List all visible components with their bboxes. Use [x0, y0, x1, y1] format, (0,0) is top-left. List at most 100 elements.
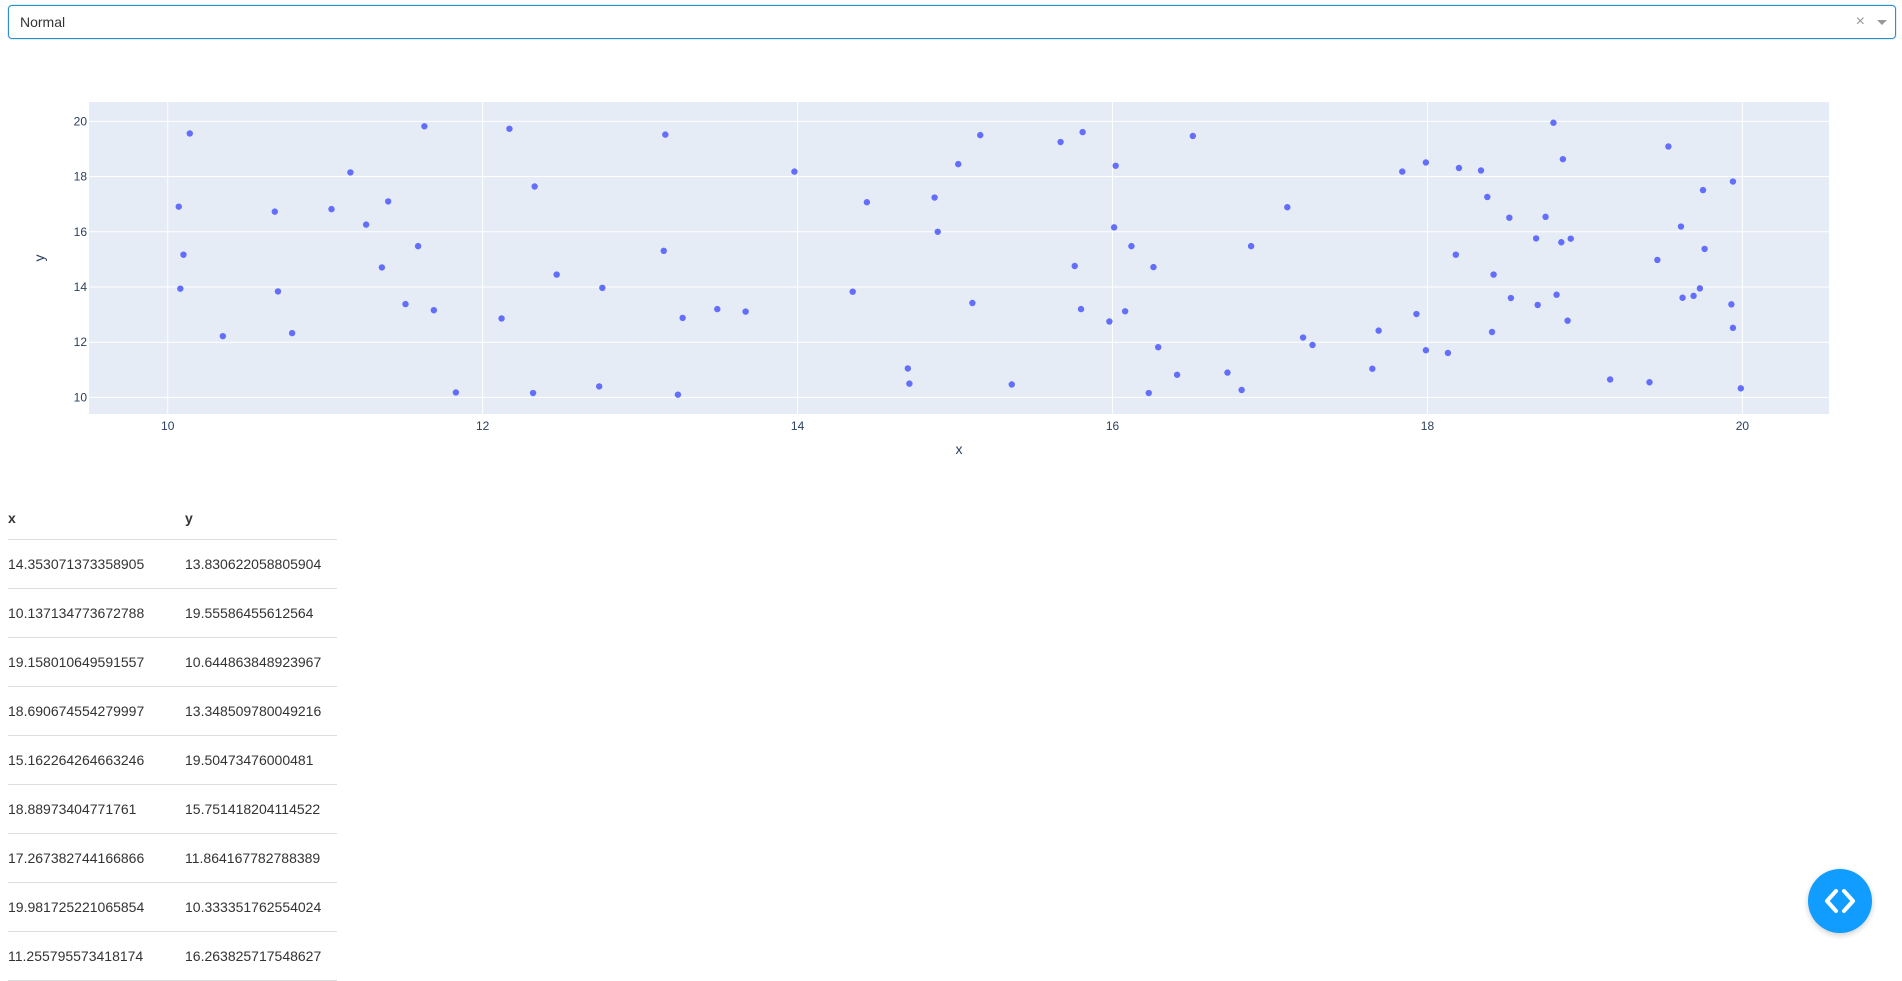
scatter-point[interactable]: [288, 329, 296, 337]
scatter-point[interactable]: [1444, 349, 1452, 357]
scatter-point[interactable]: [791, 168, 798, 175]
scatter-point[interactable]: [531, 183, 538, 190]
scatter-point[interactable]: [1567, 235, 1574, 242]
scatter-point[interactable]: [553, 271, 560, 278]
chevron-down-icon[interactable]: [1877, 20, 1887, 25]
scatter-point[interactable]: [849, 288, 856, 295]
scatter-point[interactable]: [1646, 379, 1653, 386]
scatter-point[interactable]: [1665, 143, 1672, 150]
scatter-point[interactable]: [1110, 224, 1118, 231]
scatter-point[interactable]: [1553, 291, 1560, 298]
scatter-point[interactable]: [1121, 308, 1129, 315]
scatter-point[interactable]: [1150, 263, 1157, 271]
scatter-point[interactable]: [1422, 347, 1430, 354]
scatter-point[interactable]: [1677, 223, 1685, 230]
scatter-point[interactable]: [599, 284, 606, 292]
scatter-point[interactable]: [1173, 371, 1181, 378]
scatter-point[interactable]: [1484, 193, 1491, 201]
scatter-point[interactable]: [1154, 343, 1162, 351]
scatter-point[interactable]: [595, 383, 603, 390]
scatter-point[interactable]: [1701, 245, 1708, 253]
scatter-point[interactable]: [1071, 262, 1078, 270]
distribution-dropdown[interactable]: Normal ×: [8, 5, 1896, 39]
scatter-point[interactable]: [1128, 242, 1135, 250]
scatter-point[interactable]: [177, 285, 184, 292]
scatter-point[interactable]: [1455, 164, 1463, 172]
scatter-point[interactable]: [1299, 334, 1307, 341]
scatter-point[interactable]: [1690, 292, 1697, 300]
scatter-point[interactable]: [271, 208, 279, 215]
scatter-point[interactable]: [1008, 381, 1015, 388]
scatter-point[interactable]: [1224, 369, 1231, 376]
scatter-point[interactable]: [378, 264, 386, 271]
scatter-point[interactable]: [1558, 239, 1565, 246]
scatter-point[interactable]: [1550, 119, 1557, 126]
scatter-point[interactable]: [1654, 256, 1661, 264]
scatter-point[interactable]: [1238, 386, 1245, 394]
scatter-point[interactable]: [1729, 178, 1737, 185]
scatter-point[interactable]: [1369, 365, 1376, 372]
scatter-point[interactable]: [186, 130, 193, 137]
scatter-point[interactable]: [1422, 159, 1430, 166]
code-toggle-button[interactable]: [1808, 869, 1872, 933]
scatter-point[interactable]: [1375, 327, 1382, 334]
scatter-point[interactable]: [1189, 132, 1197, 140]
scatter-point[interactable]: [1728, 301, 1735, 308]
scatter-point[interactable]: [863, 199, 871, 206]
scatter-point[interactable]: [1564, 317, 1571, 324]
scatter-point[interactable]: [1452, 251, 1460, 258]
scatter-point[interactable]: [1606, 376, 1614, 383]
scatter-point[interactable]: [1679, 294, 1686, 301]
scatter-point[interactable]: [1284, 203, 1291, 211]
scatter-point[interactable]: [421, 123, 428, 130]
scatter-point[interactable]: [1413, 310, 1420, 318]
scatter-point[interactable]: [1506, 214, 1513, 221]
scatter-point[interactable]: [1729, 324, 1737, 332]
scatter-point[interactable]: [1534, 301, 1541, 309]
scatter-point[interactable]: [1542, 213, 1549, 221]
scatter-point[interactable]: [274, 288, 282, 295]
scatter-point[interactable]: [1699, 186, 1707, 194]
scatter-point[interactable]: [1145, 389, 1152, 397]
scatter-point[interactable]: [955, 160, 962, 168]
scatter-point[interactable]: [1477, 167, 1485, 174]
scatter-chart[interactable]: 10 12 14 16 18 20 10 12 14 16 18 20 x y: [0, 60, 1902, 460]
scatter-point[interactable]: [1112, 162, 1119, 169]
scatter-point[interactable]: [931, 194, 938, 201]
scatter-point[interactable]: [219, 332, 227, 340]
scatter-point[interactable]: [969, 299, 976, 307]
scatter-point[interactable]: [904, 365, 912, 372]
scatter-point[interactable]: [430, 306, 438, 314]
close-icon[interactable]: ×: [1856, 6, 1865, 38]
scatter-point[interactable]: [506, 125, 513, 132]
scatter-point[interactable]: [934, 228, 941, 235]
scatter-point[interactable]: [662, 131, 669, 138]
scatter-point[interactable]: [529, 389, 537, 397]
plot-area[interactable]: [89, 102, 1829, 414]
scatter-point[interactable]: [1309, 341, 1316, 349]
scatter-point[interactable]: [977, 131, 984, 139]
scatter-point[interactable]: [1737, 385, 1745, 392]
scatter-point[interactable]: [1532, 235, 1540, 242]
scatter-point[interactable]: [452, 389, 460, 396]
scatter-point[interactable]: [1057, 138, 1064, 146]
scatter-point[interactable]: [498, 315, 505, 322]
scatter-point[interactable]: [1106, 318, 1113, 325]
scatter-point[interactable]: [414, 242, 422, 250]
scatter-point[interactable]: [1507, 294, 1515, 302]
scatter-point[interactable]: [1488, 328, 1496, 336]
scatter-point[interactable]: [1247, 242, 1255, 250]
scatter-point[interactable]: [1490, 271, 1497, 278]
scatter-point[interactable]: [660, 247, 667, 255]
scatter-point[interactable]: [1079, 128, 1086, 136]
scatter-point[interactable]: [180, 251, 187, 258]
scatter-point[interactable]: [1696, 285, 1704, 292]
scatter-point[interactable]: [906, 380, 913, 387]
scatter-point[interactable]: [362, 221, 370, 228]
scatter-point[interactable]: [175, 203, 182, 210]
scatter-point[interactable]: [1399, 168, 1406, 175]
scatter-point[interactable]: [384, 198, 392, 205]
scatter-point[interactable]: [328, 205, 335, 213]
scatter-point[interactable]: [1077, 305, 1085, 313]
scatter-point[interactable]: [1559, 155, 1567, 163]
